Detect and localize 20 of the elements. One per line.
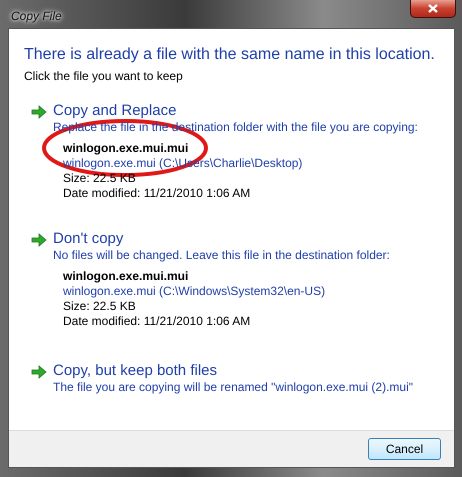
option-description: The file you are copying will be renamed "winlogon.exe.mui (2).mui" xyxy=(53,380,414,394)
file-size: Size: 22.5 KB xyxy=(63,299,137,313)
close-icon xyxy=(428,4,438,13)
file-location: winlogon.exe.mui (C:\Windows\System32\en-US) xyxy=(63,284,326,298)
option-title[interactable]: Copy, but keep both files xyxy=(53,362,454,379)
option-description: No files will be changed. Leave this file in the destination folder: xyxy=(53,248,391,262)
cancel-button[interactable]: Cancel xyxy=(368,438,441,460)
file-date: Date modified: 11/21/2010 1:06 AM xyxy=(63,314,252,328)
option-title[interactable]: Copy and Replace xyxy=(53,102,454,119)
arrow-icon xyxy=(31,105,47,119)
arrow-icon xyxy=(31,365,47,379)
file-date: Date modified: 11/21/2010 1:06 AM xyxy=(63,186,252,200)
window-title: Copy File xyxy=(11,9,62,23)
instruction-text: Click the file you want to keep xyxy=(24,69,184,83)
option-title[interactable]: Don't copy xyxy=(53,230,454,247)
file-name: winlogon.exe.mui.mui xyxy=(63,269,190,283)
close-button[interactable] xyxy=(410,0,456,18)
file-name: winlogon.exe.mui.mui xyxy=(63,141,190,155)
dialog-heading: There is already a file with the same name in this location. xyxy=(24,46,436,64)
arrow-icon xyxy=(31,233,47,247)
